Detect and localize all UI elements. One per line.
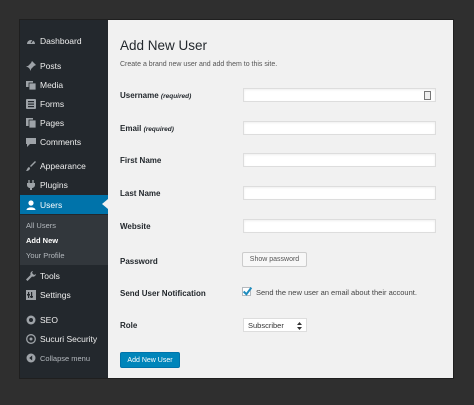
last-name-label: Last Name bbox=[120, 189, 161, 198]
sidebar-item-label: Settings bbox=[40, 290, 71, 300]
sidebar-item-label: Posts bbox=[40, 61, 62, 71]
comments-icon bbox=[25, 136, 37, 148]
sidebar-item-label: SEO bbox=[40, 315, 58, 325]
admin-sidebar: Dashboard Posts Media Forms Pages Commen… bbox=[20, 20, 108, 378]
wrench-icon bbox=[25, 270, 37, 282]
sidebar-item-seo[interactable]: SEO bbox=[20, 311, 108, 329]
sidebar-item-pages[interactable]: Pages bbox=[20, 114, 108, 132]
sidebar-item-label: Dashboard bbox=[40, 36, 82, 46]
sidebar-item-users[interactable]: Users bbox=[20, 195, 108, 214]
username-label: Username (required) bbox=[120, 91, 192, 100]
pin-icon bbox=[25, 60, 37, 72]
sidebar-item-tools[interactable]: Tools bbox=[20, 267, 108, 285]
seo-icon bbox=[25, 314, 37, 326]
page-description: Create a brand new user and add them to … bbox=[120, 61, 278, 68]
settings-icon bbox=[25, 289, 37, 301]
sidebar-item-forms[interactable]: Forms bbox=[20, 95, 108, 113]
admin-window: Dashboard Posts Media Forms Pages Commen… bbox=[20, 20, 453, 378]
website-field[interactable] bbox=[243, 219, 436, 233]
autofill-icon[interactable] bbox=[424, 91, 431, 100]
sidebar-item-label: Comments bbox=[40, 137, 82, 147]
sidebar-item-label: Tools bbox=[40, 271, 60, 281]
collapse-menu-button[interactable]: Collapse menu bbox=[20, 349, 108, 367]
sidebar-item-plugins[interactable]: Plugins bbox=[20, 176, 108, 194]
sidebar-item-label: Plugins bbox=[40, 180, 68, 190]
username-field[interactable] bbox=[243, 88, 436, 102]
website-label: Website bbox=[120, 222, 151, 231]
required-note: (required) bbox=[160, 93, 192, 100]
sidebar-item-label: Forms bbox=[40, 99, 65, 109]
notification-text: Send the new user an email about their a… bbox=[256, 288, 417, 297]
submenu-add-new[interactable]: Add New bbox=[26, 236, 58, 245]
user-icon bbox=[25, 199, 37, 211]
sidebar-item-settings[interactable]: Settings bbox=[20, 286, 108, 304]
first-name-field[interactable] bbox=[243, 153, 436, 167]
select-arrows-icon bbox=[297, 322, 302, 330]
email-label: Email (required) bbox=[120, 124, 174, 133]
sidebar-item-posts[interactable]: Posts bbox=[20, 57, 108, 75]
sidebar-item-label: Pages bbox=[40, 118, 65, 128]
users-submenu: All Users Add New Your Profile bbox=[20, 215, 108, 265]
dashboard-icon bbox=[25, 35, 37, 47]
notification-label: Send User Notification bbox=[120, 289, 206, 298]
main-content: Add New User Create a brand new user and… bbox=[108, 20, 453, 378]
shield-icon bbox=[25, 333, 37, 345]
sidebar-item-label: Appearance bbox=[40, 161, 86, 171]
sidebar-item-label: Sucuri Security bbox=[40, 334, 98, 344]
notification-checkbox[interactable] bbox=[242, 287, 253, 296]
email-field[interactable] bbox=[243, 121, 436, 135]
media-icon bbox=[25, 79, 37, 91]
forms-icon bbox=[25, 98, 37, 110]
submenu-all-users[interactable]: All Users bbox=[26, 221, 56, 230]
show-password-button[interactable]: Show password bbox=[242, 252, 307, 267]
sidebar-item-appearance[interactable]: Appearance bbox=[20, 157, 108, 175]
collapse-icon bbox=[25, 352, 37, 364]
add-new-user-button[interactable]: Add New User bbox=[120, 352, 180, 368]
sidebar-item-sucuri-security[interactable]: Sucuri Security bbox=[20, 330, 108, 348]
submenu-your-profile[interactable]: Your Profile bbox=[26, 251, 65, 260]
required-note: (required) bbox=[143, 126, 174, 133]
last-name-field[interactable] bbox=[243, 186, 436, 200]
role-label: Role bbox=[120, 321, 138, 330]
plugin-icon bbox=[25, 179, 37, 191]
first-name-label: First Name bbox=[120, 156, 162, 165]
sidebar-item-label: Media bbox=[40, 80, 64, 90]
checkmark-icon bbox=[242, 287, 253, 296]
sidebar-item-label: Collapse menu bbox=[40, 353, 91, 363]
sidebar-item-dashboard[interactable]: Dashboard bbox=[20, 32, 108, 50]
role-select-value: Subscriber bbox=[248, 320, 284, 330]
role-select[interactable]: Subscriber bbox=[243, 318, 307, 332]
sidebar-item-comments[interactable]: Comments bbox=[20, 133, 108, 151]
sidebar-item-media[interactable]: Media bbox=[20, 76, 108, 94]
sidebar-item-label: Users bbox=[40, 199, 63, 210]
pages-icon bbox=[25, 117, 37, 129]
brush-icon bbox=[25, 160, 37, 172]
password-label: Password bbox=[120, 257, 158, 266]
page-title: Add New User bbox=[120, 38, 208, 53]
